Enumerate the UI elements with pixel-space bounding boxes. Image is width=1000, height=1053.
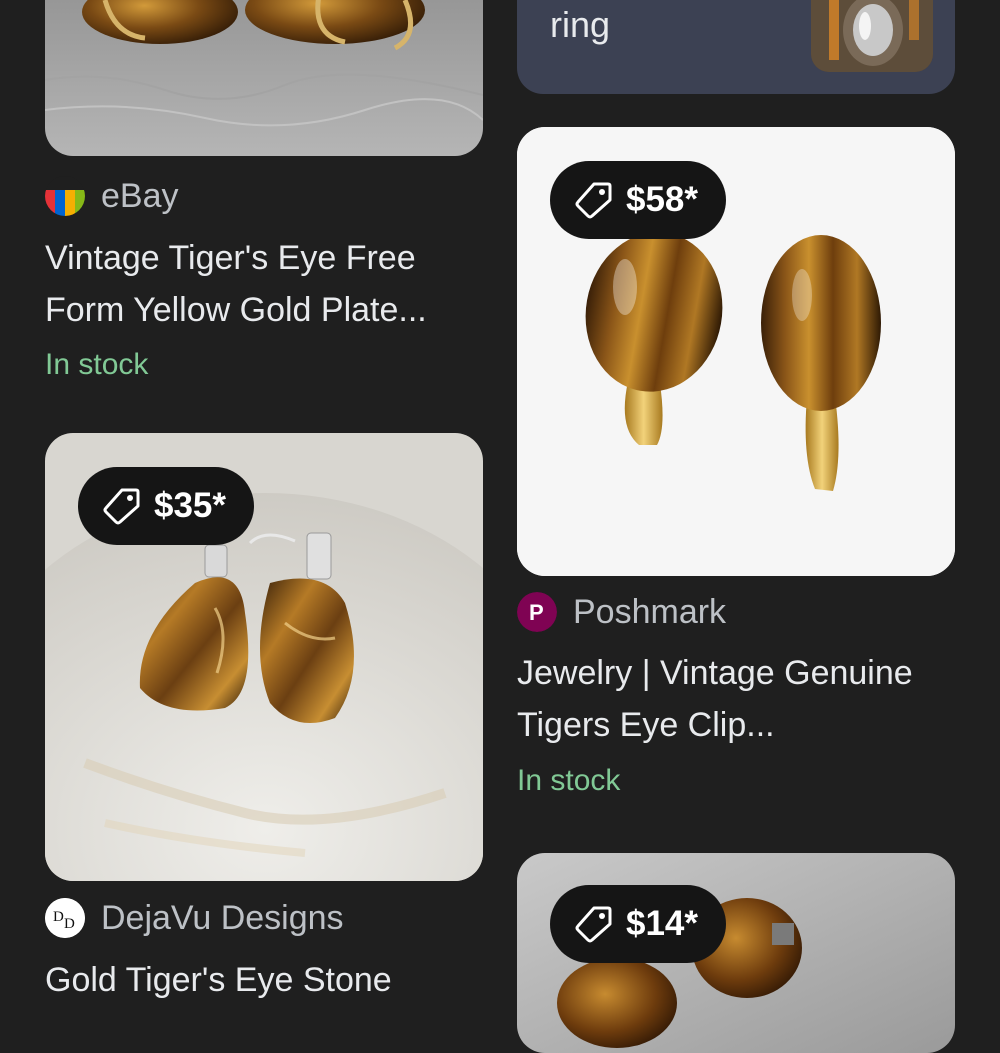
source-name: eBay <box>101 176 179 215</box>
svg-text:D: D <box>64 916 75 932</box>
price-chip-dejavu: $35* <box>78 467 255 545</box>
product-image-poshmark[interactable]: $58* <box>517 127 955 576</box>
price-tag-icon <box>575 906 612 943</box>
product-title-dejavu[interactable]: Gold Tiger's Eye Stone <box>45 954 485 1006</box>
source-name: DejaVu Designs <box>101 898 344 937</box>
source-dejavu[interactable]: D D DejaVu Designs <box>45 898 344 938</box>
price-value: $14* <box>626 904 699 943</box>
price-tag-icon <box>575 182 612 219</box>
price-value: $58* <box>626 180 699 219</box>
related-search-text: ring <box>550 4 611 45</box>
product-photo-ebay <box>45 0 483 156</box>
source-ebay[interactable]: eBay <box>45 176 179 216</box>
price-tag-icon <box>103 488 140 525</box>
svg-text:D: D <box>53 909 64 925</box>
related-search-thumbnail <box>811 0 933 72</box>
source-name: Poshmark <box>573 592 727 631</box>
dejavu-logo-icon: D D <box>45 898 85 938</box>
product-image-dejavu[interactable]: $35* <box>45 433 483 881</box>
related-search-card[interactable]: ring <box>517 0 955 94</box>
product-title-ebay[interactable]: Vintage Tiger's Eye Free Form Yellow Gol… <box>45 232 485 336</box>
product-image-4[interactable]: $14* <box>517 853 955 1053</box>
product-image-ebay[interactable] <box>45 0 483 156</box>
svg-text:P: P <box>529 600 544 625</box>
poshmark-logo-icon: P <box>517 592 557 632</box>
price-chip-poshmark: $58* <box>550 161 727 239</box>
price-chip-4: $14* <box>550 885 727 963</box>
price-value: $35* <box>154 486 227 525</box>
source-poshmark[interactable]: P Poshmark <box>517 592 726 632</box>
stock-status-poshmark: In stock <box>517 764 621 797</box>
ebay-logo-icon <box>45 176 85 216</box>
stock-status-ebay: In stock <box>45 348 149 381</box>
product-title-poshmark[interactable]: Jewelry | Vintage Genuine Tigers Eye Cli… <box>517 647 957 751</box>
